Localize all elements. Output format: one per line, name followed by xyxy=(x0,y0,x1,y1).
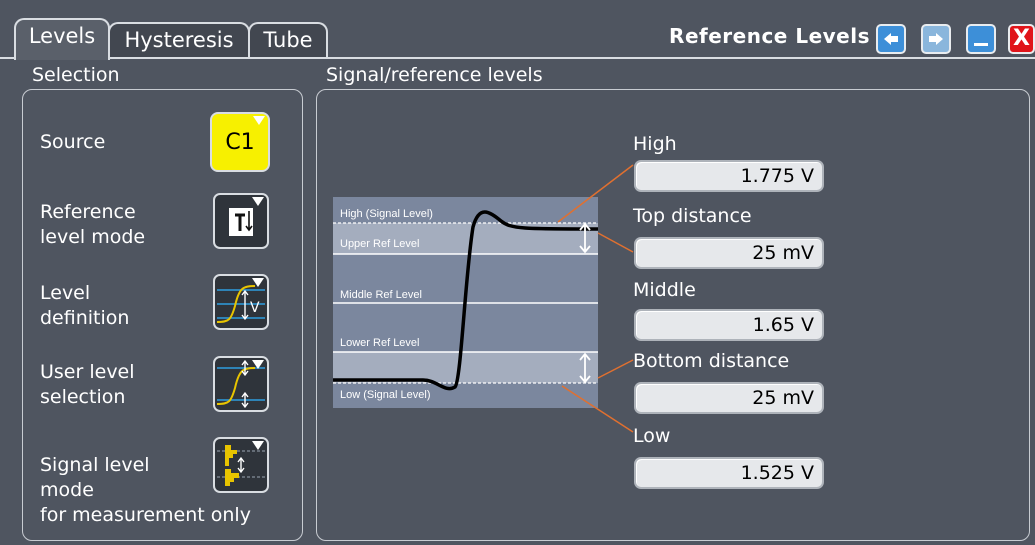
top-distance-label: Top distance xyxy=(633,205,752,227)
middle-ref-label: Middle Ref Level xyxy=(340,289,422,301)
selection-heading: Selection xyxy=(32,64,120,86)
low-field[interactable]: 1.525 V xyxy=(634,457,824,489)
dropdown-arrow-icon xyxy=(253,116,265,125)
low-label: Low xyxy=(633,425,671,447)
tab-divider xyxy=(0,57,1035,59)
level-definition-button[interactable]: V xyxy=(213,274,269,330)
reference-level-mode-label: Reference level mode xyxy=(40,201,146,248)
reference-level-mode-button[interactable] xyxy=(213,193,269,249)
dropdown-arrow-icon xyxy=(252,278,264,287)
bottom-distance-label: Bottom distance xyxy=(633,350,790,372)
redo-icon xyxy=(929,33,943,45)
lower-ref-label: Lower Ref Level xyxy=(340,337,420,349)
signal-level-mode-button[interactable] xyxy=(213,437,269,493)
reference-levels-diagram: High (Signal Level) Upper Ref Level Midd… xyxy=(333,197,598,408)
level-definition-label: Level definition xyxy=(40,282,130,329)
middle-field[interactable]: 1.65 V xyxy=(634,309,824,341)
redo-button[interactable] xyxy=(921,24,951,54)
undo-icon xyxy=(884,33,898,45)
svg-text:V: V xyxy=(250,300,260,316)
high-field[interactable]: 1.775 V xyxy=(634,160,824,192)
undo-button[interactable] xyxy=(876,24,906,54)
low-signal-label: Low (Signal Level) xyxy=(340,389,431,401)
close-icon: X xyxy=(1013,26,1030,51)
source-value: C1 xyxy=(225,130,255,155)
top-distance-field[interactable]: 25 mV xyxy=(634,237,824,269)
tab-levels[interactable]: Levels xyxy=(14,18,110,60)
high-signal-label: High (Signal Level) xyxy=(340,208,433,220)
dropdown-arrow-icon xyxy=(252,360,264,369)
minimize-icon xyxy=(974,43,988,46)
source-label: Source xyxy=(40,131,106,153)
bottom-distance-field[interactable]: 25 mV xyxy=(634,382,824,414)
dropdown-arrow-icon xyxy=(252,197,264,206)
close-button[interactable]: X xyxy=(1008,24,1035,54)
tab-tube[interactable]: Tube xyxy=(248,22,328,58)
high-label: High xyxy=(633,133,677,155)
tab-hysteresis[interactable]: Hysteresis xyxy=(108,22,250,58)
dropdown-arrow-icon xyxy=(252,441,264,450)
source-selector[interactable]: C1 xyxy=(210,112,270,172)
user-level-selection-label: User level selection xyxy=(40,361,135,408)
minimize-button[interactable] xyxy=(966,24,996,54)
levels-heading: Signal/reference levels xyxy=(326,64,543,86)
user-level-selection-button[interactable] xyxy=(213,356,269,412)
middle-label: Middle xyxy=(633,279,696,301)
dialog-title: Reference Levels xyxy=(669,24,870,48)
upper-ref-label: Upper Ref Level xyxy=(340,238,420,250)
